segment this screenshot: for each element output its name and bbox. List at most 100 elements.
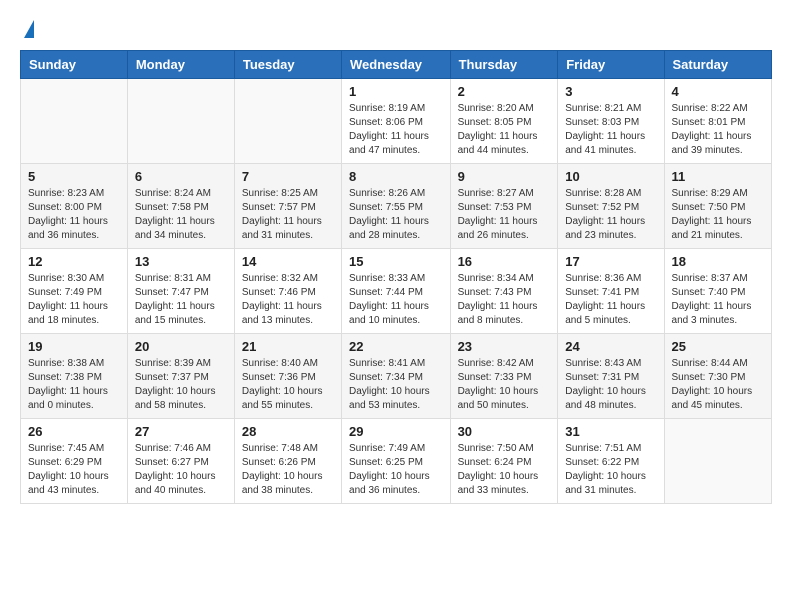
calendar-day-20: 20 Sunrise: 8:39 AM Sunset: 7:37 PM Dayli… [127,334,234,419]
calendar-week-row: 12 Sunrise: 8:30 AM Sunset: 7:49 PM Dayli… [21,249,772,334]
day-info: Sunrise: 7:46 AM Sunset: 6:27 PM Dayligh… [135,442,227,498]
day-info: Sunrise: 8:44 AM Sunset: 7:30 PM Dayligh… [672,357,764,413]
calendar-day-10: 10 Sunrise: 8:28 AM Sunset: 7:52 PM Dayli… [558,164,664,249]
calendar-day-13: 13 Sunrise: 8:31 AM Sunset: 7:47 PM Dayli… [127,249,234,334]
day-number: 23 [458,339,551,354]
day-info: Sunrise: 8:23 AM Sunset: 8:00 PM Dayligh… [28,187,120,243]
col-header-saturday: Saturday [664,51,771,79]
calendar-table: SundayMondayTuesdayWednesdayThursdayFrid… [20,50,772,504]
col-header-sunday: Sunday [21,51,128,79]
day-info: Sunrise: 7:45 AM Sunset: 6:29 PM Dayligh… [28,442,120,498]
day-number: 14 [242,254,334,269]
day-info: Sunrise: 8:37 AM Sunset: 7:40 PM Dayligh… [672,272,764,328]
day-info: Sunrise: 8:29 AM Sunset: 7:50 PM Dayligh… [672,187,764,243]
calendar-day-16: 16Sunrise: 8:34 AM Sunset: 7:43 PM Dayli… [450,249,558,334]
day-info: Sunrise: 7:48 AM Sunset: 6:26 PM Dayligh… [242,442,334,498]
calendar-day-7: 7Sunrise: 8:25 AM Sunset: 7:57 PM Daylig… [234,164,341,249]
day-info: Sunrise: 8:31 AM Sunset: 7:47 PM Dayligh… [135,272,227,328]
calendar-week-row: 5 Sunrise: 8:23 AM Sunset: 8:00 PM Daylig… [21,164,772,249]
day-info: Sunrise: 8:26 AM Sunset: 7:55 PM Dayligh… [349,187,443,243]
day-info: Sunrise: 8:24 AM Sunset: 7:58 PM Dayligh… [135,187,227,243]
day-info: Sunrise: 7:49 AM Sunset: 6:25 PM Dayligh… [349,442,443,498]
calendar-day-28: 28Sunrise: 7:48 AM Sunset: 6:26 PM Dayli… [234,419,341,504]
calendar-day-22: 22 Sunrise: 8:41 AM Sunset: 7:34 PM Dayli… [342,334,451,419]
day-info: Sunrise: 7:51 AM Sunset: 6:22 PM Dayligh… [565,442,656,498]
day-number: 19 [28,339,120,354]
calendar-day-30: 30Sunrise: 7:50 AM Sunset: 6:24 PM Dayli… [450,419,558,504]
col-header-thursday: Thursday [450,51,558,79]
calendar-week-row: 19 Sunrise: 8:38 AM Sunset: 7:38 PM Dayli… [21,334,772,419]
day-number: 8 [349,169,443,184]
day-number: 27 [135,424,227,439]
calendar-day-31: 31 Sunrise: 7:51 AM Sunset: 6:22 PM Dayli… [558,419,664,504]
day-number: 31 [565,424,656,439]
day-number: 20 [135,339,227,354]
calendar-day-12: 12 Sunrise: 8:30 AM Sunset: 7:49 PM Dayli… [21,249,128,334]
day-number: 29 [349,424,443,439]
day-info: Sunrise: 8:38 AM Sunset: 7:38 PM Dayligh… [28,357,120,413]
empty-cell [127,79,234,164]
day-info: Sunrise: 8:43 AM Sunset: 7:31 PM Dayligh… [565,357,656,413]
calendar-week-row: 1 Sunrise: 8:19 AM Sunset: 8:06 PM Daylig… [21,79,772,164]
calendar-day-15: 15Sunrise: 8:33 AM Sunset: 7:44 PM Dayli… [342,249,451,334]
calendar-day-27: 27 Sunrise: 7:46 AM Sunset: 6:27 PM Dayli… [127,419,234,504]
day-number: 18 [672,254,764,269]
calendar-day-26: 26 Sunrise: 7:45 AM Sunset: 6:29 PM Dayli… [21,419,128,504]
day-info: Sunrise: 8:30 AM Sunset: 7:49 PM Dayligh… [28,272,120,328]
day-number: 26 [28,424,120,439]
calendar-day-3: 3 Sunrise: 8:21 AM Sunset: 8:03 PM Daylig… [558,79,664,164]
calendar-day-2: 2 Sunrise: 8:20 AM Sunset: 8:05 PM Daylig… [450,79,558,164]
day-number: 3 [565,84,656,99]
day-number: 12 [28,254,120,269]
calendar-day-23: 23 Sunrise: 8:42 AM Sunset: 7:33 PM Dayli… [450,334,558,419]
day-number: 4 [672,84,764,99]
day-info: Sunrise: 8:36 AM Sunset: 7:41 PM Dayligh… [565,272,656,328]
day-number: 16 [458,254,551,269]
day-info: Sunrise: 8:40 AM Sunset: 7:36 PM Dayligh… [242,357,334,413]
day-number: 13 [135,254,227,269]
day-info: Sunrise: 8:21 AM Sunset: 8:03 PM Dayligh… [565,102,656,158]
calendar-day-18: 18 Sunrise: 8:37 AM Sunset: 7:40 PM Dayli… [664,249,771,334]
empty-cell [664,419,771,504]
calendar-day-19: 19 Sunrise: 8:38 AM Sunset: 7:38 PM Dayli… [21,334,128,419]
day-number: 2 [458,84,551,99]
day-info: Sunrise: 8:22 AM Sunset: 8:01 PM Dayligh… [672,102,764,158]
day-number: 15 [349,254,443,269]
calendar-day-25: 25 Sunrise: 8:44 AM Sunset: 7:30 PM Dayli… [664,334,771,419]
empty-cell [234,79,341,164]
logo [20,20,34,40]
calendar-day-17: 17 Sunrise: 8:36 AM Sunset: 7:41 PM Dayli… [558,249,664,334]
day-info: Sunrise: 8:41 AM Sunset: 7:34 PM Dayligh… [349,357,443,413]
calendar-day-1: 1 Sunrise: 8:19 AM Sunset: 8:06 PM Daylig… [342,79,451,164]
day-number: 1 [349,84,443,99]
day-info: Sunrise: 8:19 AM Sunset: 8:06 PM Dayligh… [349,102,443,158]
day-number: 17 [565,254,656,269]
col-header-monday: Monday [127,51,234,79]
logo-triangle-icon [24,20,34,38]
calendar-week-row: 26 Sunrise: 7:45 AM Sunset: 6:29 PM Dayli… [21,419,772,504]
calendar-day-4: 4 Sunrise: 8:22 AM Sunset: 8:01 PM Daylig… [664,79,771,164]
day-info: Sunrise: 8:32 AM Sunset: 7:46 PM Dayligh… [242,272,334,328]
col-header-tuesday: Tuesday [234,51,341,79]
day-number: 10 [565,169,656,184]
day-number: 6 [135,169,227,184]
day-info: Sunrise: 8:28 AM Sunset: 7:52 PM Dayligh… [565,187,656,243]
calendar-header-row: SundayMondayTuesdayWednesdayThursdayFrid… [21,51,772,79]
day-info: Sunrise: 8:25 AM Sunset: 7:57 PM Dayligh… [242,187,334,243]
day-info: Sunrise: 8:20 AM Sunset: 8:05 PM Dayligh… [458,102,551,158]
calendar-day-24: 24 Sunrise: 8:43 AM Sunset: 7:31 PM Dayli… [558,334,664,419]
day-number: 22 [349,339,443,354]
day-number: 5 [28,169,120,184]
day-info: Sunrise: 7:50 AM Sunset: 6:24 PM Dayligh… [458,442,551,498]
day-info: Sunrise: 8:39 AM Sunset: 7:37 PM Dayligh… [135,357,227,413]
day-number: 25 [672,339,764,354]
calendar-day-29: 29 Sunrise: 7:49 AM Sunset: 6:25 PM Dayli… [342,419,451,504]
day-number: 11 [672,169,764,184]
calendar-day-14: 14 Sunrise: 8:32 AM Sunset: 7:46 PM Dayli… [234,249,341,334]
day-info: Sunrise: 8:42 AM Sunset: 7:33 PM Dayligh… [458,357,551,413]
day-number: 9 [458,169,551,184]
empty-cell [21,79,128,164]
page-header [20,20,772,40]
day-number: 24 [565,339,656,354]
calendar-day-21: 21Sunrise: 8:40 AM Sunset: 7:36 PM Dayli… [234,334,341,419]
